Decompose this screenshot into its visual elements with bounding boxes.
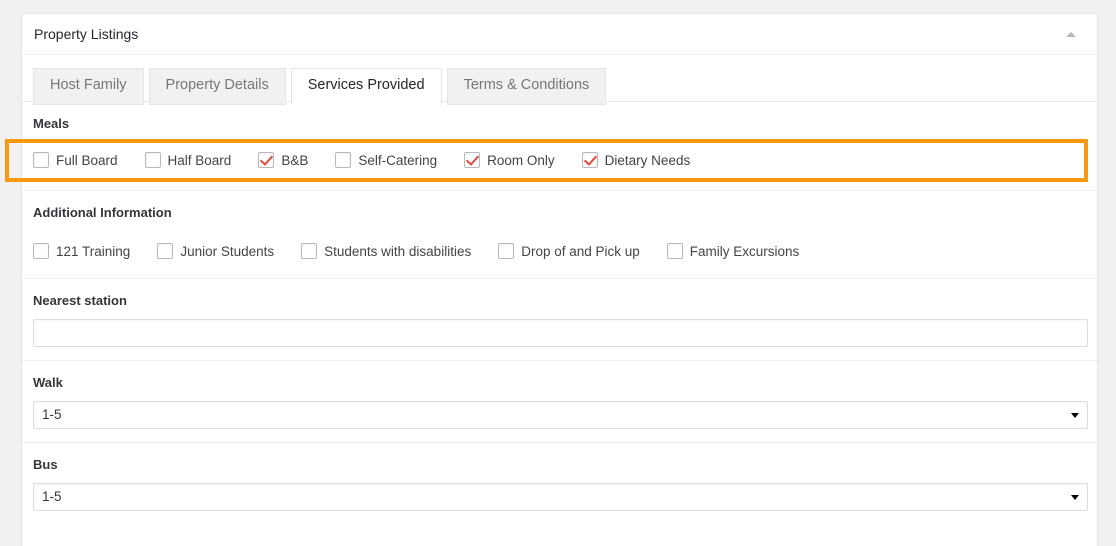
checkbox-self-catering[interactable]: Self-Catering bbox=[335, 152, 437, 168]
checkbox-box-icon[interactable] bbox=[667, 243, 683, 259]
checkbox-box-icon[interactable] bbox=[301, 243, 317, 259]
checkbox-label: Half Board bbox=[168, 154, 232, 168]
checkbox-label: Junior Students bbox=[180, 245, 274, 259]
walk-select[interactable]: 1-5 bbox=[33, 401, 1088, 429]
bus-select-wrapper: 1-5 bbox=[33, 483, 1088, 511]
walk-select-value: 1-5 bbox=[42, 407, 62, 422]
meals-checkbox-row-wrapper: Full Board Half Board B&B Self-Catering bbox=[22, 139, 1097, 182]
checkbox-121-training[interactable]: 121 Training bbox=[33, 243, 130, 259]
additional-information-section: Additional Information 121 Training Juni… bbox=[22, 191, 1097, 279]
tab-bar: Host Family Property Details Services Pr… bbox=[22, 55, 1097, 102]
checkbox-label: Family Excursions bbox=[690, 245, 800, 259]
checkbox-box-icon[interactable] bbox=[33, 152, 49, 168]
checkbox-box-icon[interactable] bbox=[145, 152, 161, 168]
nearest-station-input[interactable] bbox=[33, 319, 1088, 347]
walk-section: Walk 1-5 bbox=[22, 361, 1097, 443]
bus-section: Bus 1-5 bbox=[22, 443, 1097, 524]
tab-property-details[interactable]: Property Details bbox=[149, 68, 286, 105]
tab-services-provided[interactable]: Services Provided bbox=[291, 68, 442, 105]
meals-checkbox-group: Full Board Half Board B&B Self-Catering bbox=[22, 139, 1097, 182]
checkbox-family-excursions[interactable]: Family Excursions bbox=[667, 243, 800, 259]
checkbox-label: 121 Training bbox=[56, 245, 130, 259]
checkbox-checked-icon[interactable] bbox=[464, 152, 480, 168]
tab-list: Host Family Property Details Services Pr… bbox=[33, 67, 1097, 104]
additional-information-checkbox-group: 121 Training Junior Students Students wi… bbox=[33, 222, 1086, 265]
tab-label: Services Provided bbox=[308, 77, 425, 93]
additional-information-label: Additional Information bbox=[33, 205, 1086, 222]
checkbox-box-icon[interactable] bbox=[157, 243, 173, 259]
checkbox-label: Dietary Needs bbox=[605, 154, 691, 168]
checkbox-label: Room Only bbox=[487, 154, 555, 168]
checkbox-label: Students with disabilities bbox=[324, 245, 471, 259]
property-listings-panel: Property Listings Host Family Property D… bbox=[21, 13, 1098, 546]
checkbox-label: Drop of and Pick up bbox=[521, 245, 640, 259]
caret-up-icon bbox=[1066, 32, 1076, 37]
walk-select-wrapper: 1-5 bbox=[33, 401, 1088, 429]
checkbox-bnb[interactable]: B&B bbox=[258, 152, 308, 168]
tab-host-family[interactable]: Host Family bbox=[33, 68, 144, 105]
tab-label: Property Details bbox=[166, 77, 269, 93]
checkbox-label: Self-Catering bbox=[358, 154, 437, 168]
nearest-station-label: Nearest station bbox=[33, 293, 1086, 308]
screen-root: Property Listings Host Family Property D… bbox=[0, 0, 1116, 546]
checkbox-half-board[interactable]: Half Board bbox=[145, 152, 232, 168]
bus-select[interactable]: 1-5 bbox=[33, 483, 1088, 511]
bus-label: Bus bbox=[33, 457, 1086, 472]
checkbox-label: Full Board bbox=[56, 154, 118, 168]
meals-section-header: Meals bbox=[22, 102, 1097, 139]
panel-header: Property Listings bbox=[22, 14, 1097, 55]
tab-label: Terms & Conditions bbox=[464, 77, 590, 93]
checkbox-room-only[interactable]: Room Only bbox=[464, 152, 555, 168]
checkbox-full-board[interactable]: Full Board bbox=[33, 152, 118, 168]
checkbox-checked-icon[interactable] bbox=[582, 152, 598, 168]
panel-collapse-toggle[interactable] bbox=[1055, 14, 1087, 55]
meals-label: Meals bbox=[33, 116, 1086, 133]
checkbox-checked-icon[interactable] bbox=[258, 152, 274, 168]
walk-label: Walk bbox=[33, 375, 1086, 390]
checkbox-box-icon[interactable] bbox=[33, 243, 49, 259]
checkbox-dietary-needs[interactable]: Dietary Needs bbox=[582, 152, 691, 168]
tab-terms-and-conditions[interactable]: Terms & Conditions bbox=[447, 68, 607, 105]
tab-label: Host Family bbox=[50, 77, 127, 93]
checkbox-box-icon[interactable] bbox=[498, 243, 514, 259]
checkbox-label: B&B bbox=[281, 154, 308, 168]
nearest-station-section: Nearest station bbox=[22, 279, 1097, 361]
page-title: Property Listings bbox=[34, 27, 138, 41]
checkbox-junior-students[interactable]: Junior Students bbox=[157, 243, 274, 259]
checkbox-students-with-disabilities[interactable]: Students with disabilities bbox=[301, 243, 471, 259]
checkbox-drop-off-and-pick-up[interactable]: Drop of and Pick up bbox=[498, 243, 640, 259]
bus-select-value: 1-5 bbox=[42, 489, 62, 504]
checkbox-box-icon[interactable] bbox=[335, 152, 351, 168]
